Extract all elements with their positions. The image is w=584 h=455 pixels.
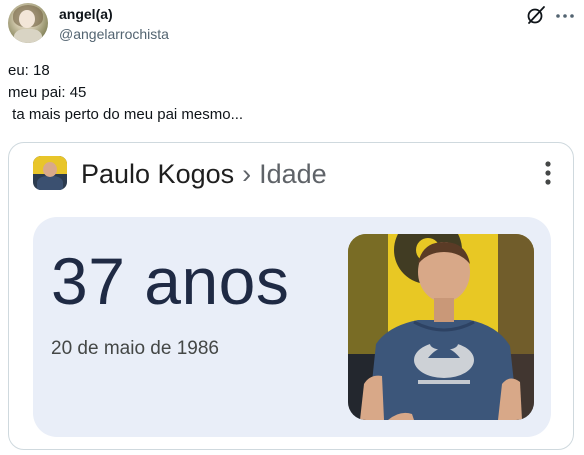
tweet-media-card[interactable]: Paulo Kogos › Idade 37 anos 20 de maio de …: [8, 142, 574, 450]
search-result-title: Paulo Kogos › Idade: [81, 157, 327, 191]
author-display-name[interactable]: angel(a): [59, 6, 113, 22]
search-result-header: Paulo Kogos › Idade: [9, 143, 573, 209]
answer-panel: 37 anos 20 de maio de 1986: [33, 217, 551, 437]
author-handle[interactable]: @angelarrochista: [59, 26, 169, 42]
attribute-name: Idade: [259, 159, 327, 189]
tweet-line: meu pai: 45: [8, 84, 87, 101]
tweet-header: angel(a) @angelarrochista: [8, 3, 576, 47]
tweet-line: eu: 18: [8, 62, 50, 79]
entity-thumbnail: [33, 156, 67, 190]
entity-name: Paulo Kogos: [81, 159, 235, 189]
tweet-line: ta mais perto do meu pai mesmo...: [8, 106, 244, 123]
kebab-menu-icon[interactable]: [541, 159, 555, 187]
breadcrumb-chevron: ›: [242, 159, 252, 189]
person-photo: [348, 234, 534, 420]
age-answer: 37 anos: [51, 244, 290, 318]
grok-slash-icon[interactable]: [526, 5, 546, 25]
birth-date: 20 de maio de 1986: [51, 338, 219, 359]
tweet-text: eu: 18 meu pai: 45 ta mais perto do meu …: [8, 60, 243, 126]
more-options-icon[interactable]: [554, 5, 576, 25]
author-avatar[interactable]: [8, 3, 48, 43]
